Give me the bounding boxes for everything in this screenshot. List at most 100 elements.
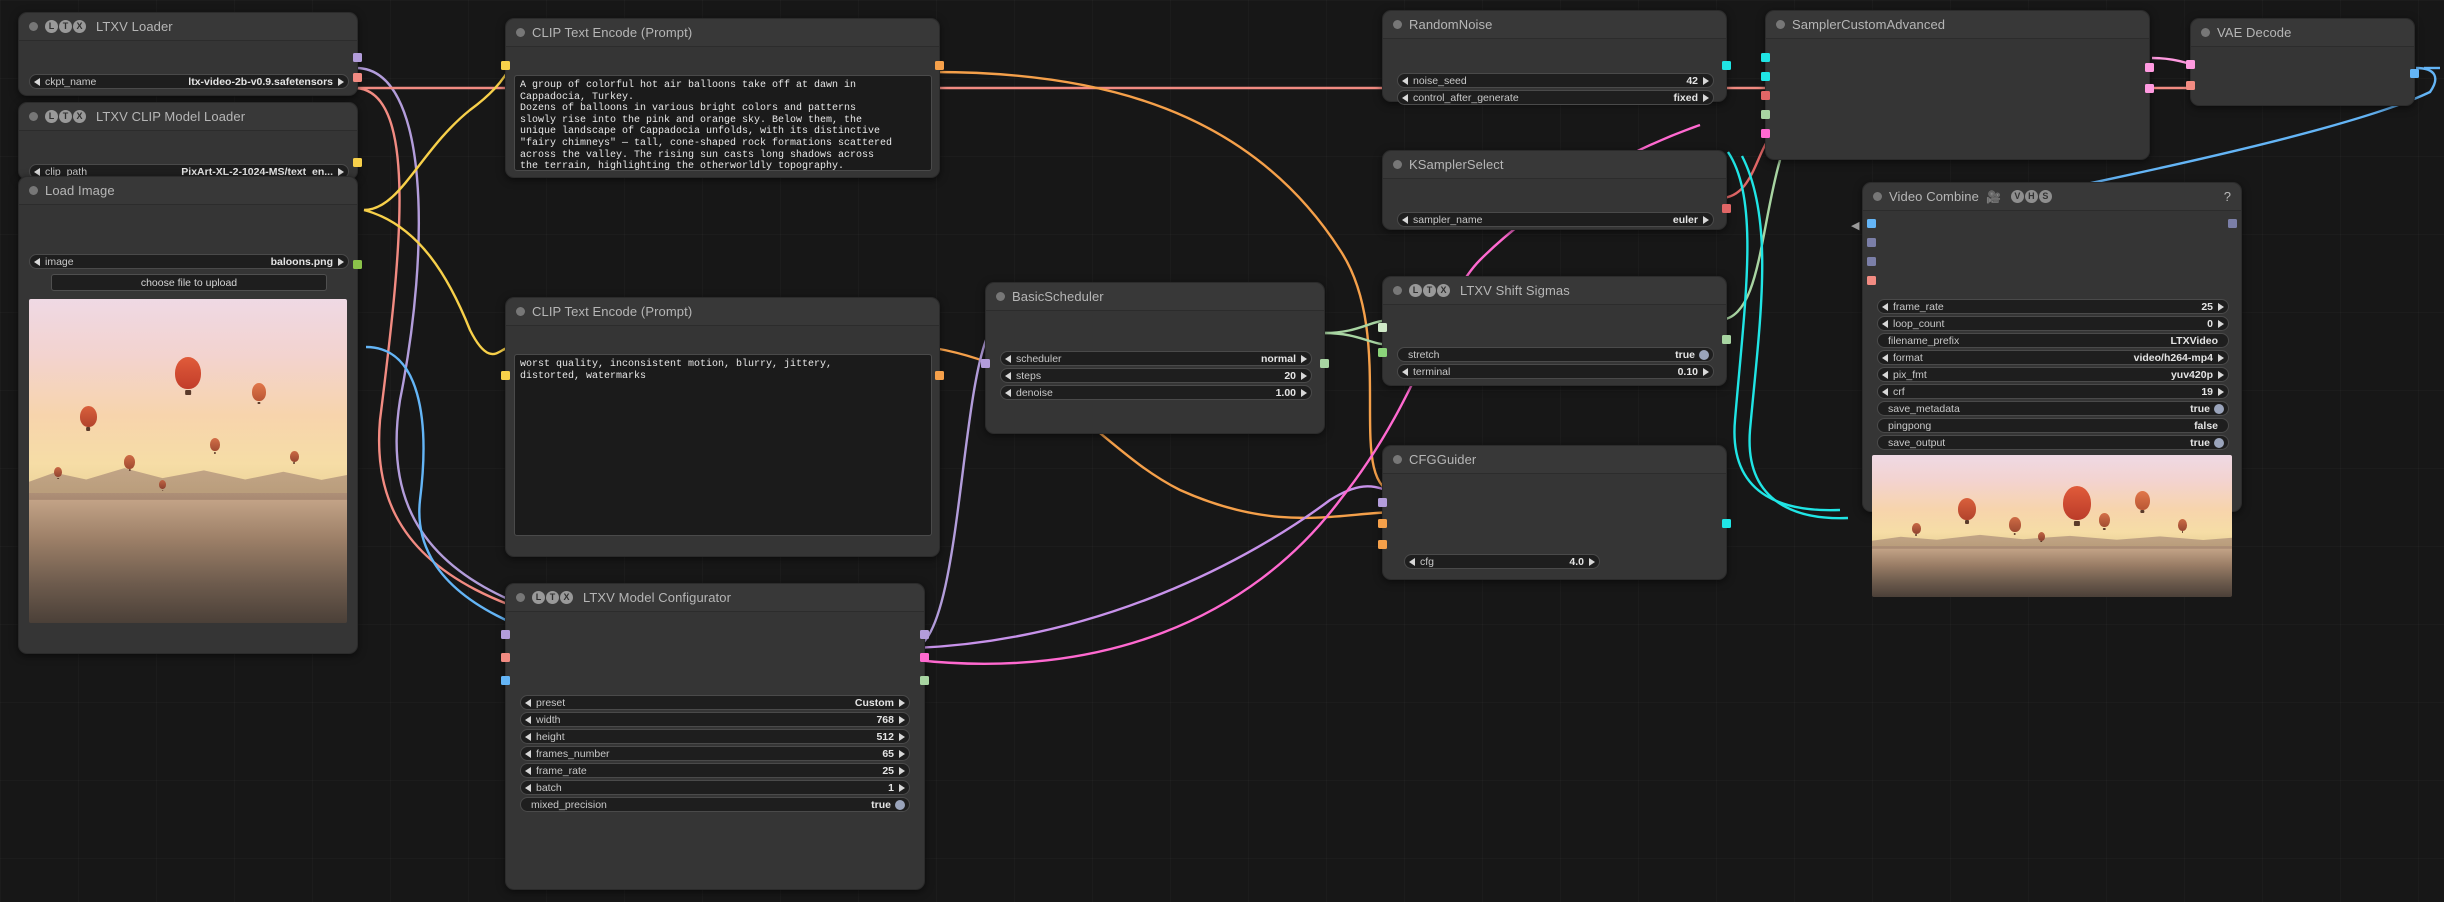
node-video-combine[interactable]: Video Combine 🎥 VHS ? ◀ frame_rate 25 lo… <box>1851 182 2242 597</box>
collapse-dot-icon[interactable] <box>1393 286 1402 295</box>
decrement-arrow-icon[interactable] <box>1882 370 1888 379</box>
prompt-textarea[interactable]: worst quality, inconsistent motion, blur… <box>514 354 932 536</box>
input-port-meta-batch[interactable] <box>1867 257 1876 266</box>
collapse-dot-icon[interactable] <box>2201 28 2210 37</box>
output-port-output[interactable] <box>2145 63 2154 72</box>
collapse-left-arrow-icon[interactable]: ◀ <box>1851 219 1859 232</box>
node-header[interactable]: LTX LTXV Model Configurator <box>506 584 924 612</box>
output-port-guider[interactable] <box>1722 519 1731 528</box>
output-port-filenames[interactable] <box>2228 219 2237 228</box>
decrement-arrow-icon[interactable] <box>1409 557 1415 566</box>
input-port-sampler[interactable] <box>1761 91 1770 100</box>
node-ltxv-loader[interactable]: LTX LTXV Loader ckpt_name ltx-video-2b-v… <box>18 12 362 96</box>
decrement-arrow-icon[interactable] <box>1882 387 1888 396</box>
toggle-knob-icon[interactable] <box>1699 349 1709 360</box>
widget-crf[interactable]: crf 19 <box>1877 384 2229 399</box>
output-port-model[interactable] <box>353 53 362 62</box>
widget-height[interactable]: height 512 <box>520 729 910 744</box>
increment-arrow-icon[interactable] <box>899 783 905 792</box>
increment-arrow-icon[interactable] <box>1703 93 1709 102</box>
increment-arrow-icon[interactable] <box>338 257 344 266</box>
input-port-latent[interactable] <box>1378 348 1387 357</box>
output-port-sigmas[interactable] <box>1722 335 1731 344</box>
input-port-samples[interactable] <box>2186 60 2195 69</box>
increment-arrow-icon[interactable] <box>899 715 905 724</box>
input-port-model[interactable] <box>981 359 990 368</box>
node-header[interactable]: Load Image <box>19 177 357 205</box>
node-header[interactable]: CLIP Text Encode (Prompt) <box>506 298 939 326</box>
increment-arrow-icon[interactable] <box>2218 319 2224 328</box>
widget-pingpong[interactable]: pingpong false <box>1877 418 2229 433</box>
widget-cfg[interactable]: cfg 4.0 <box>1404 554 1600 569</box>
node-header[interactable]: LTX LTXV CLIP Model Loader <box>19 103 357 131</box>
widget-frame-rate[interactable]: frame_rate 25 <box>1877 299 2229 314</box>
widget-control-after-generate[interactable]: control_after_generate fixed <box>1397 90 1714 105</box>
output-port-latent[interactable] <box>920 653 929 662</box>
output-port-image[interactable] <box>2410 69 2419 78</box>
increment-arrow-icon[interactable] <box>1703 76 1709 85</box>
decrement-arrow-icon[interactable] <box>1402 215 1408 224</box>
input-port-vae[interactable] <box>1867 276 1876 285</box>
decrement-arrow-icon[interactable] <box>525 766 531 775</box>
output-port-sigmas[interactable] <box>920 676 929 685</box>
increment-arrow-icon[interactable] <box>1589 557 1595 566</box>
increment-arrow-icon[interactable] <box>338 167 344 176</box>
output-port-denoised-output[interactable] <box>2145 84 2154 93</box>
input-port-vae[interactable] <box>501 653 510 662</box>
collapse-dot-icon[interactable] <box>516 28 525 37</box>
input-port-sigmas[interactable] <box>1761 110 1770 119</box>
node-sampler-custom-advanced[interactable]: SamplerCustomAdvanced <box>1761 10 2154 160</box>
decrement-arrow-icon[interactable] <box>1882 302 1888 311</box>
widget-image[interactable]: image baloons.png <box>29 254 349 269</box>
widget-batch[interactable]: batch 1 <box>520 780 910 795</box>
toggle-knob-icon[interactable] <box>2214 403 2224 414</box>
increment-arrow-icon[interactable] <box>899 732 905 741</box>
decrement-arrow-icon[interactable] <box>525 749 531 758</box>
prompt-textarea[interactable]: A group of colorful hot air balloons tak… <box>514 75 932 171</box>
widget-pix-fmt[interactable]: pix_fmt yuv420p <box>1877 367 2229 382</box>
widget-preset[interactable]: preset Custom <box>520 695 910 710</box>
output-port-clip[interactable] <box>353 158 362 167</box>
input-port-clip[interactable] <box>501 61 510 70</box>
node-clip-text-encode-positive[interactable]: CLIP Text Encode (Prompt) A group of col… <box>501 18 944 178</box>
collapse-dot-icon[interactable] <box>1393 160 1402 169</box>
node-header[interactable]: SamplerCustomAdvanced <box>1766 11 2149 39</box>
increment-arrow-icon[interactable] <box>1301 371 1307 380</box>
node-cfg-guider[interactable]: CFGGuider cfg 4.0 <box>1378 445 1731 580</box>
widget-save-metadata[interactable]: save_metadata true <box>1877 401 2229 416</box>
widget-save-output[interactable]: save_output true <box>1877 435 2229 450</box>
output-port-image[interactable] <box>353 260 362 269</box>
node-header[interactable]: CLIP Text Encode (Prompt) <box>506 19 939 47</box>
node-ltxv-clip-model-loader[interactable]: LTX LTXV CLIP Model Loader clip_path Pix… <box>18 102 362 180</box>
increment-arrow-icon[interactable] <box>899 766 905 775</box>
widget-terminal[interactable]: terminal 0.10 <box>1397 364 1714 379</box>
widget-denoise[interactable]: denoise 1.00 <box>1000 385 1312 400</box>
increment-arrow-icon[interactable] <box>1301 388 1307 397</box>
decrement-arrow-icon[interactable] <box>1402 367 1408 376</box>
collapse-dot-icon[interactable] <box>1393 455 1402 464</box>
decrement-arrow-icon[interactable] <box>34 77 40 86</box>
widget-scheduler[interactable]: scheduler normal <box>1000 351 1312 366</box>
choose-file-to-upload-button[interactable]: choose file to upload <box>51 274 327 291</box>
collapse-dot-icon[interactable] <box>1393 20 1402 29</box>
decrement-arrow-icon[interactable] <box>525 698 531 707</box>
increment-arrow-icon[interactable] <box>1301 354 1307 363</box>
input-port-model[interactable] <box>1378 498 1387 507</box>
node-ksampler-select[interactable]: KSamplerSelect sampler_name euler <box>1382 150 1731 230</box>
decrement-arrow-icon[interactable] <box>1005 388 1011 397</box>
collapse-dot-icon[interactable] <box>1776 20 1785 29</box>
output-port-sigmas[interactable] <box>1320 359 1329 368</box>
decrement-arrow-icon[interactable] <box>1005 371 1011 380</box>
decrement-arrow-icon[interactable] <box>1882 319 1888 328</box>
input-port-image[interactable] <box>501 676 510 685</box>
output-port-noise[interactable] <box>1722 61 1731 70</box>
collapse-dot-icon[interactable] <box>29 186 38 195</box>
collapse-dot-icon[interactable] <box>29 22 38 31</box>
output-port-sampler[interactable] <box>1722 204 1731 213</box>
increment-arrow-icon[interactable] <box>1703 215 1709 224</box>
input-port-vae[interactable] <box>2186 81 2195 90</box>
increment-arrow-icon[interactable] <box>2218 370 2224 379</box>
help-icon[interactable]: ? <box>2224 189 2231 204</box>
decrement-arrow-icon[interactable] <box>1402 93 1408 102</box>
widget-steps[interactable]: steps 20 <box>1000 368 1312 383</box>
